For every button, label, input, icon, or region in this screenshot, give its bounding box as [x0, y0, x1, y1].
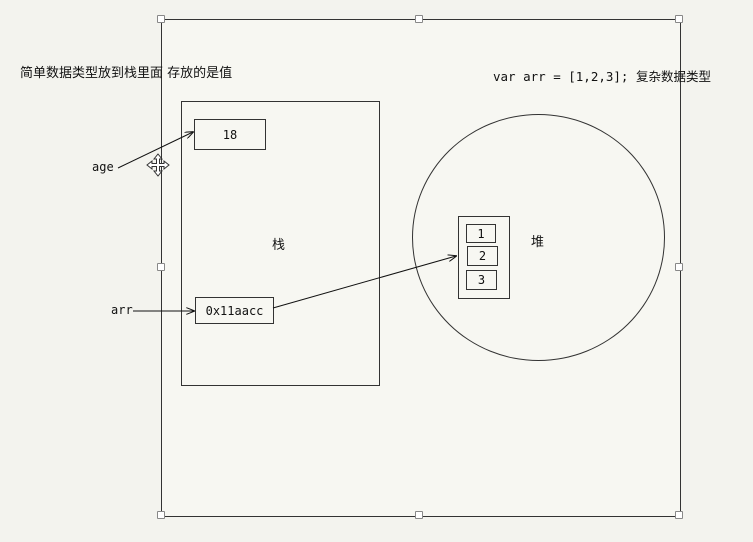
reference-arrow: [272, 256, 456, 309]
move-cursor-icon: [146, 153, 170, 177]
arrows-layer: [117, 0, 753, 542]
